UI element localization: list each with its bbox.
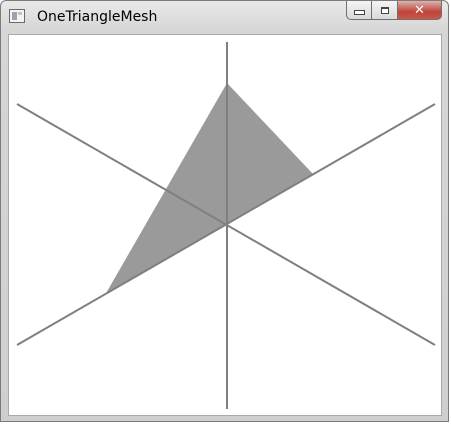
maximize-icon — [380, 6, 389, 14]
app-window: OneTriangleMesh ✕ — [0, 0, 449, 422]
app-icon[interactable] — [9, 9, 25, 23]
minimize-icon — [353, 10, 365, 15]
3d-viewport — [16, 42, 436, 409]
maximize-button[interactable] — [372, 1, 398, 20]
close-icon: ✕ — [414, 2, 425, 18]
minimize-button[interactable] — [346, 1, 372, 20]
window-title: OneTriangleMesh — [37, 9, 158, 25]
close-button[interactable]: ✕ — [398, 1, 442, 20]
triangle-mesh — [105, 83, 313, 295]
caption-buttons: ✕ — [346, 1, 442, 21]
title-bar[interactable]: OneTriangleMesh ✕ — [1, 1, 450, 31]
viewport-area — [8, 34, 442, 416]
